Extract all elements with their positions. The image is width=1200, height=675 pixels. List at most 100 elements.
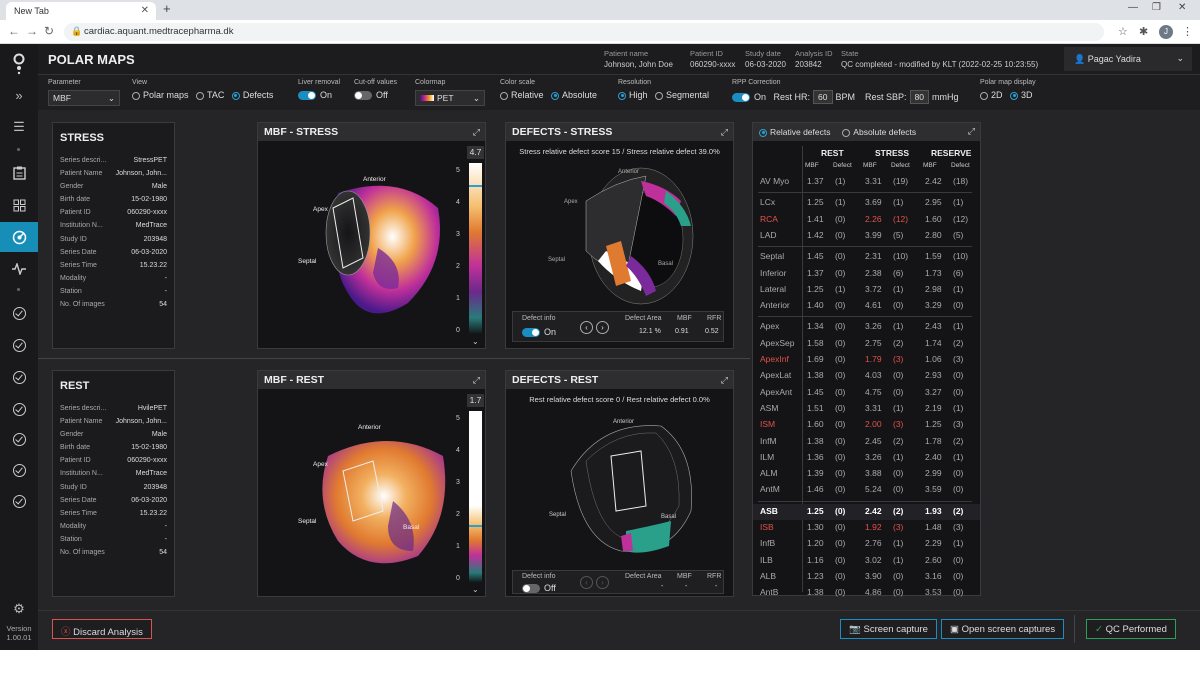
grid-icon[interactable] — [0, 192, 38, 218]
rest-hr-input[interactable]: 60 — [813, 90, 833, 104]
new-tab-icon[interactable]: + — [163, 1, 171, 16]
table-row[interactable]: InfM 1.38 (0) 2.45 (2) 1.78 (2) — [753, 434, 980, 450]
view-radio-defects[interactable]: Defects — [231, 90, 273, 100]
maximize-icon[interactable]: ❐ — [1152, 2, 1161, 13]
table-row[interactable]: ASM 1.51 (0) 3.31 (1) 2.19 (1) — [753, 401, 980, 417]
table-cell: (1) — [893, 538, 904, 549]
segment-name: ALB — [760, 570, 777, 581]
check-step-icon[interactable] — [0, 426, 38, 452]
qc-performed-button[interactable]: ✓ QC Performed — [1086, 619, 1176, 639]
next-defect-icon[interactable]: › — [596, 321, 609, 334]
table-row[interactable]: AntB 1.38 (0) 4.86 (0) 3.53 (0) — [753, 585, 980, 601]
table-row[interactable]: LAD 1.42 (0) 3.99 (5) 2.80 (5) — [753, 228, 980, 244]
view-radio-polar-maps[interactable]: Polar maps — [132, 90, 189, 100]
close-tab-icon[interactable]: ✕ — [141, 5, 149, 16]
cutoff-toggle[interactable]: Off — [354, 90, 397, 100]
open-screen-captures-button[interactable]: ▣ Open screen captures — [941, 619, 1065, 639]
waveform-icon[interactable] — [0, 256, 38, 282]
expand-icon[interactable]: ⤢ — [721, 375, 728, 386]
view-radio-tac[interactable]: TAC — [196, 90, 224, 100]
table-row[interactable]: ASB 1.25 (0) 2.42 (2) 1.93 (2) — [753, 503, 980, 520]
clipboard-icon[interactable] — [0, 160, 38, 186]
table-row[interactable]: ApexLat 1.38 (0) 4.03 (0) 2.93 (0) — [753, 368, 980, 384]
profile-avatar[interactable]: J — [1159, 25, 1173, 39]
table-row[interactable]: ApexAnt 1.45 (0) 4.75 (0) 3.27 (0) — [753, 385, 980, 401]
mbf-rest-3d-map[interactable]: Anterior Apex Septal Basal — [278, 401, 458, 581]
list-icon[interactable]: ☰ — [0, 114, 38, 140]
table-row[interactable]: ALB 1.23 (0) 3.90 (0) 3.16 (0) — [753, 569, 980, 585]
expand-icon[interactable]: ⤢ — [721, 127, 728, 138]
parameter-select[interactable]: MBF ⌄ — [48, 90, 120, 106]
defects-rest-3d-mesh[interactable]: Anterior Septal Basal — [541, 411, 706, 561]
browser-tab[interactable]: New Tab ✕ — [6, 2, 156, 20]
color-scale-relative-radio[interactable]: Relative — [500, 90, 544, 100]
colorbar-down-icon[interactable]: ⌄ — [472, 585, 479, 594]
table-row[interactable]: AV Myo 1.37 (1) 3.31 (19) 2.42 (18) — [753, 174, 980, 190]
close-window-icon[interactable]: ✕ — [1178, 2, 1186, 13]
forward-icon[interactable]: → — [26, 24, 38, 38]
defects-stress-3d-mesh[interactable]: Anterior Apex Septal Basal — [546, 161, 706, 311]
url-field[interactable]: 🔒 cardiac.aquant.medtracepharma.dk — [64, 23, 1104, 41]
expand-sidebar-icon[interactable]: » — [0, 82, 38, 108]
check-step-icon[interactable] — [0, 457, 38, 483]
defect-info-toggle[interactable]: Off — [522, 583, 556, 594]
liver-removal-toggle[interactable]: On — [298, 90, 340, 100]
defect-info-toggle[interactable]: On — [522, 327, 556, 338]
resolution-segmental-radio[interactable]: Segmental — [655, 90, 709, 100]
check-step-icon[interactable] — [0, 332, 38, 358]
check-step-icon[interactable] — [0, 364, 38, 390]
table-row[interactable]: ApexSep 1.58 (0) 2.75 (2) 1.74 (2) — [753, 336, 980, 352]
polar-2d-radio[interactable]: 2D — [980, 90, 1003, 100]
resolution-high-radio[interactable]: High — [618, 90, 648, 100]
prev-defect-icon[interactable]: ‹ — [580, 321, 593, 334]
expand-icon[interactable]: ⤢ — [968, 126, 975, 137]
absolute-defects-radio[interactable]: Absolute defects — [842, 127, 916, 137]
minimize-icon[interactable]: — — [1128, 2, 1138, 13]
reload-icon[interactable]: ↻ — [44, 24, 54, 38]
table-row[interactable]: Apex 1.34 (0) 3.26 (1) 2.43 (1) — [753, 319, 980, 335]
bookmark-star-icon[interactable]: ☆ — [1118, 25, 1128, 38]
settings-gear-icon[interactable]: ⚙ — [0, 596, 38, 622]
check-step-icon[interactable] — [0, 396, 38, 422]
rest-sbp-input[interactable]: 80 — [909, 90, 930, 104]
polar-3d-radio[interactable]: 3D — [1010, 90, 1033, 100]
table-row[interactable]: RCA 1.41 (0) 2.26 (12) 1.60 (12) — [753, 212, 980, 228]
expand-icon[interactable]: ⤢ — [473, 375, 480, 386]
user-menu[interactable]: 👤 Pagac Yadira ⌄ — [1064, 47, 1192, 71]
discard-analysis-button[interactable]: ⓧ Discard Analysis — [52, 619, 152, 639]
table-row[interactable]: Anterior 1.40 (0) 4.61 (0) 3.29 (0) — [753, 298, 980, 314]
table-row[interactable]: ALM 1.39 (0) 3.88 (0) 2.99 (0) — [753, 466, 980, 482]
browser-menu-icon[interactable]: ⋮ — [1182, 25, 1193, 38]
table-row[interactable]: ISB 1.30 (0) 1.92 (3) 1.48 (3) — [753, 520, 980, 536]
table-row[interactable]: ApexInf 1.69 (0) 1.79 (3) 1.06 (3) — [753, 352, 980, 368]
table-row[interactable]: InfB 1.20 (0) 2.76 (1) 2.29 (1) — [753, 536, 980, 552]
table-cell: 2.42 — [925, 176, 942, 186]
screen-capture-button[interactable]: 📷 Screen capture — [840, 619, 937, 639]
table-row[interactable]: Inferior 1.37 (0) 2.38 (6) 1.73 (6) — [753, 266, 980, 282]
color-scale-absolute-radio[interactable]: Absolute — [551, 90, 597, 100]
colorbar-down-icon[interactable]: ⌄ — [472, 337, 479, 346]
mbf-stress-3d-map[interactable]: Anterior Apex Septal — [278, 153, 458, 333]
extensions-icon[interactable]: ✱ — [1139, 25, 1148, 38]
next-defect-icon[interactable]: › — [596, 576, 609, 589]
colorbar-max[interactable]: 4.7 — [467, 146, 484, 159]
relative-defects-radio[interactable]: Relative defects — [759, 127, 830, 137]
prev-defect-icon[interactable]: ‹ — [580, 576, 593, 589]
table-row[interactable]: ISM 1.60 (0) 2.00 (3) 1.25 (3) — [753, 417, 980, 433]
polar-maps-nav-icon[interactable] — [0, 222, 38, 252]
table-row[interactable]: ILM 1.36 (0) 3.26 (1) 2.40 (1) — [753, 450, 980, 466]
table-row[interactable]: AntM 1.46 (0) 5.24 (0) 3.59 (0) — [753, 482, 980, 498]
rpp-toggle[interactable]: On — [732, 92, 766, 103]
anterior-label: Anterior — [618, 169, 639, 175]
check-step-icon[interactable] — [0, 488, 38, 514]
table-row[interactable]: LCx 1.25 (1) 3.69 (1) 2.95 (1) — [753, 195, 980, 211]
table-row[interactable]: ILB 1.16 (0) 3.02 (1) 2.60 (0) — [753, 553, 980, 569]
table-row[interactable]: Lateral 1.25 (1) 3.72 (1) 2.98 (1) — [753, 282, 980, 298]
table-row[interactable]: Septal 1.45 (0) 2.31 (10) 1.59 (10) — [753, 249, 980, 265]
colorbar-tick: 5 — [456, 415, 460, 422]
colorbar-max[interactable]: 1.7 — [467, 394, 484, 407]
check-step-icon[interactable] — [0, 300, 38, 326]
expand-icon[interactable]: ⤢ — [473, 127, 480, 138]
back-icon[interactable]: ← — [8, 24, 20, 38]
colormap-select[interactable]: PET ⌄ — [415, 90, 485, 106]
